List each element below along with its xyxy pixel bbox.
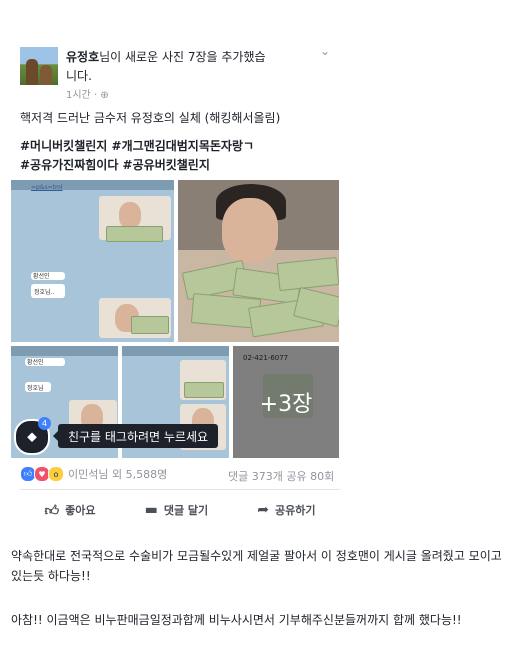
tag-count-badge: 4 [38, 417, 51, 430]
divider [20, 489, 340, 490]
thumbs-up-icon: 👍︎ [44, 502, 60, 519]
chevron-down-icon[interactable]: ⌄ [320, 44, 330, 58]
tag-tooltip: 친구를 태그하려면 누르세요 [53, 424, 218, 448]
photo-1[interactable]: =p&s=tml 황선인 정호님.. [11, 180, 174, 342]
author-avatar[interactable] [20, 47, 58, 85]
photo-2[interactable] [178, 180, 339, 342]
more-photos-overlay[interactable]: +3장 [233, 346, 339, 458]
share-button[interactable]: ➦ 공유하기 [257, 502, 315, 518]
hashtag-line-1[interactable]: #머니버킷챌린지 #개그맨김대범지목돈자랑ㄱ [20, 137, 340, 156]
reactions-text: 이민석님 외 5,588명 [68, 468, 168, 481]
post-hashtags: #머니버킷챌린지 #개그맨김대범지목돈자랑ㄱ #공유가진짜힘이다 #공유버킷챌린… [20, 137, 340, 175]
wow-icon: o [48, 466, 64, 482]
photo-5[interactable]: 02-421-6077 +3장 [233, 346, 339, 458]
comment-share-counts[interactable]: 댓글 373개 공유 80회 [228, 468, 334, 484]
chat-name-4: 정호님 [27, 385, 44, 392]
comment-icon: ▬ [144, 502, 158, 518]
post-time[interactable]: 1시간 [66, 90, 91, 101]
post-caption: 핵저격 드러난 금수저 유정호의 실체 (해킹해서올림) [20, 111, 281, 125]
comment-button[interactable]: ▬ 댓글 달기 [145, 502, 209, 518]
comment-label: 댓글 달기 [163, 504, 209, 517]
post-headline: 유정호님이 새로운 사진 7장을 추가했습니다. [66, 48, 266, 86]
like-button[interactable]: 👍︎ 좋아요 [45, 502, 96, 519]
body-paragraph-1: 약속한대로 전국적으로 수술비가 모금될수있게 제얼굴 팔아서 이 정호맨이 게… [11, 549, 502, 583]
action-bar: 👍︎ 좋아요 ▬ 댓글 달기 ➦ 공유하기 [20, 496, 340, 524]
like-label: 좋아요 [65, 504, 96, 517]
share-icon: ➦ [257, 502, 269, 518]
body-paragraph-2: 아참!! 이금액은 비누판매금일정과합께 비누사시면서 기부해주신분들꺼까지 합… [11, 613, 462, 627]
photo-grid: =p&s=tml 황선인 정호님.. 황선인 정호님 02-421-6077 +… [11, 180, 339, 458]
chat-name-1: 황선인 [33, 273, 50, 280]
globe-icon: ⊕ [100, 90, 109, 101]
chat-name-3: 황선인 [27, 359, 44, 366]
share-label: 공유하기 [274, 504, 316, 517]
post-meta: 1시간 · ⊕ [66, 90, 109, 101]
chat-name-2: 정호님.. [34, 289, 55, 296]
facebook-post-card: 유정호님이 새로운 사진 7장을 추가했습니다. 1시간 · ⊕ ⌄ 핵저격 드… [0, 0, 360, 530]
hashtag-line-2[interactable]: #공유가진짜힘이다 #공유버킷챌린지 [20, 156, 340, 175]
chat-link: =p&s=tml [31, 184, 63, 191]
author-name[interactable]: 유정호 [66, 50, 99, 64]
reactions-summary[interactable]: 👍︎ ♥ o 이민석님 외 5,588명 [20, 466, 167, 482]
